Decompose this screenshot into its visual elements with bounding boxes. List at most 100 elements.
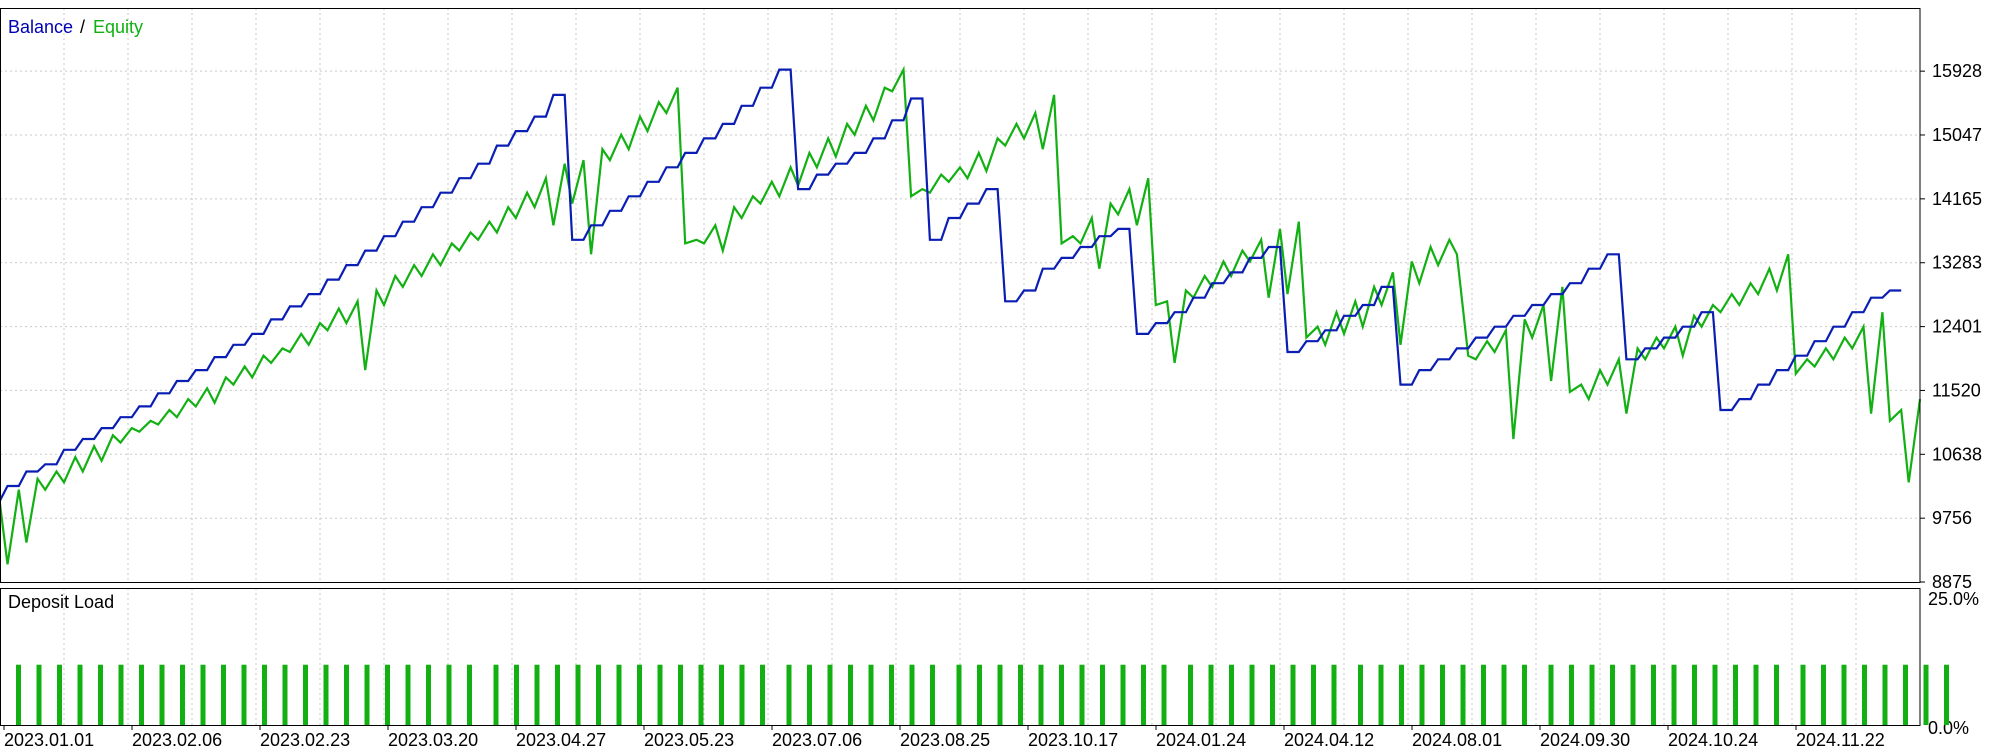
- deposit-load-bar: [1671, 664, 1677, 725]
- deposit-load-bar: [1501, 664, 1507, 725]
- deposit-load-bar: [426, 664, 431, 725]
- deposit-load-bar: [1038, 664, 1044, 725]
- deposit-load-bar: [262, 664, 267, 725]
- deposit-load-bar: [364, 664, 370, 725]
- deposit-load-bar: [719, 664, 724, 725]
- deposit-load-bar: [36, 664, 42, 725]
- deposit-load-bar: [956, 664, 962, 725]
- legend-balance: Balance: [8, 17, 73, 37]
- deposit-load-bar: [1270, 664, 1275, 725]
- deposit-load-bar: [1821, 664, 1826, 725]
- x-tick-label: 2023.10.17: [1028, 730, 1118, 750]
- deposit-load-bar: [760, 664, 765, 725]
- deposit-load-bar: [1378, 664, 1384, 725]
- deposit-load-bar: [1841, 664, 1847, 725]
- deposit-load-bar: [1079, 664, 1085, 725]
- deposit-load-bar: [827, 664, 833, 725]
- deposit-load-bar: [1208, 664, 1214, 725]
- deposit-load-bar: [1311, 664, 1316, 725]
- deposit-load-bar: [493, 664, 499, 725]
- deposit-load-bar: [1733, 664, 1738, 725]
- deposit-load-bar: [575, 664, 581, 725]
- deposit-load-bar: [1923, 664, 1929, 725]
- deposit-load-bar: [678, 664, 683, 725]
- legend-equity: Equity: [93, 17, 143, 37]
- y-tick-label: 14165: [1932, 189, 1982, 209]
- deposit-load-bar: [1059, 664, 1064, 725]
- x-tick-label: 2023.08.25: [900, 730, 990, 750]
- deposit-load-bar: [385, 664, 390, 725]
- deposit-load-bar: [889, 664, 894, 725]
- deposit-load-bar: [344, 664, 349, 725]
- deposit-load-bar: [1229, 664, 1234, 725]
- y-tick-label: 10638: [1932, 444, 1982, 464]
- y-tick-label: 15047: [1932, 125, 1982, 145]
- deposit-load-title: Deposit Load: [8, 592, 114, 612]
- deposit-load-bar: [1800, 664, 1806, 725]
- x-tick-label: 2023.02.06: [132, 730, 222, 750]
- x-tick-label: 2024.04.12: [1284, 730, 1374, 750]
- deposit-load-bar: [807, 664, 812, 725]
- x-tick-label: 2023.01.01: [4, 730, 94, 750]
- deposit-load-bar: [930, 664, 935, 725]
- x-tick-label: 2024.10.24: [1668, 730, 1758, 750]
- deposit-load-bar: [159, 664, 165, 725]
- deposit-load-bar: [200, 664, 206, 725]
- deposit-load-bar: [16, 664, 21, 725]
- deposit-load-bar: [997, 664, 1003, 725]
- balance-equity-chart: Balance / Equity 88759756106381152012401…: [0, 0, 2010, 752]
- deposit-load-bar: [1882, 664, 1888, 725]
- deposit-load-bar: [1481, 664, 1486, 725]
- deposit-load-bar: [1522, 664, 1527, 725]
- deposit-load-bar: [303, 664, 308, 725]
- deposit-load-bar: [739, 664, 745, 725]
- deposit-load-bar: [1712, 664, 1718, 725]
- deposit-load-bar: [1249, 664, 1255, 725]
- deposit-load-bar: [282, 664, 288, 725]
- deposit-load-bar: [118, 664, 124, 725]
- deposit-load-bar: [1610, 664, 1615, 725]
- deposit-load-bar: [1419, 664, 1425, 725]
- deposit-load-bar: [848, 664, 853, 725]
- deposit-load-bar: [57, 664, 62, 725]
- y-tick-label: 11520: [1932, 380, 1981, 400]
- deposit-load-bar: [77, 664, 83, 725]
- deposit-load-bar: [596, 664, 601, 725]
- deposit-load-bar: [1944, 664, 1949, 725]
- legend-separator: /: [80, 17, 85, 37]
- x-tick-label: 2023.05.23: [644, 730, 734, 750]
- x-tick-label: 2023.04.27: [516, 730, 606, 750]
- deposit-load-bar: [1290, 664, 1296, 725]
- deposit-load-bar: [1188, 664, 1193, 725]
- deposit-load-bar: [446, 664, 452, 725]
- deposit-load-bar: [1161, 664, 1167, 725]
- deposit-load-bar: [323, 664, 329, 725]
- deposit-load-bar: [1548, 664, 1554, 725]
- deposit-load-bar: [534, 664, 540, 725]
- deposit-load-bar: [909, 664, 915, 725]
- deposit-load-bar: [1589, 664, 1595, 725]
- y-tick-label: 9756: [1932, 508, 1972, 528]
- deposit-load-bar: [1018, 664, 1023, 725]
- deposit-load-bar: [514, 664, 519, 725]
- deposit-load-bar: [698, 664, 704, 725]
- deposit-load-bar: [1692, 664, 1697, 725]
- deposit-load-bar: [1440, 664, 1445, 725]
- deposit-load-bar: [977, 664, 982, 725]
- deposit-load-bar: [221, 664, 226, 725]
- x-tick-label: 2024.08.01: [1412, 730, 1502, 750]
- deposit-load-bar: [637, 664, 642, 725]
- y-tick-label: 15928: [1932, 61, 1982, 81]
- deposit-load-bar: [1399, 664, 1404, 725]
- x-tick-label: 2023.07.06: [772, 730, 862, 750]
- deposit-load-bar: [1100, 664, 1105, 725]
- x-tick-label: 2023.02.23: [260, 730, 350, 750]
- deposit-load-bar: [241, 664, 247, 725]
- deposit-load-bar: [1651, 664, 1656, 725]
- deposit-load-bar: [1460, 664, 1466, 725]
- deposit-load-bar: [1630, 664, 1636, 725]
- deposit-load-bar: [1331, 664, 1337, 725]
- deposit-load-bar: [1903, 664, 1908, 725]
- deposit-load-bar: [1141, 664, 1146, 725]
- deposit-load-bar: [180, 664, 185, 725]
